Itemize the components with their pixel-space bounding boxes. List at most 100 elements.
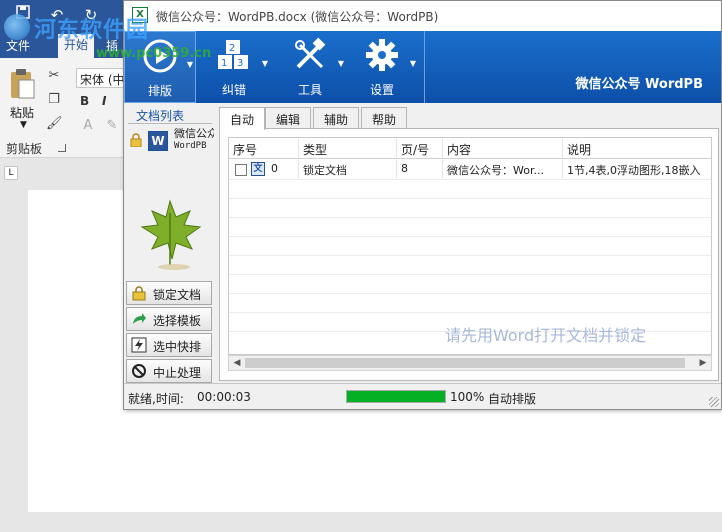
row-content: 微信公众号：Wor... bbox=[443, 160, 563, 178]
maple-leaf-logo bbox=[130, 193, 210, 273]
word-doc-icon[interactable]: W bbox=[148, 131, 168, 151]
cut-icon[interactable]: ✂ bbox=[46, 68, 62, 84]
gear-icon bbox=[364, 37, 400, 73]
row-index: 0 bbox=[267, 160, 299, 178]
svg-text:3: 3 bbox=[237, 58, 243, 69]
font-name-select[interactable]: 宋体 (中 bbox=[76, 68, 124, 88]
column-header-page[interactable]: 页/号 bbox=[397, 138, 443, 158]
grid-line bbox=[229, 198, 711, 199]
tab-assist[interactable]: 辅助 bbox=[313, 107, 360, 129]
layout-button-label: 排版 bbox=[147, 84, 172, 98]
paste-button-label[interactable]: 粘贴 bbox=[10, 104, 34, 121]
scroll-left-icon[interactable]: ◀ bbox=[231, 356, 243, 370]
tab-auto[interactable]: 自动 bbox=[219, 107, 266, 130]
tools-button[interactable]: 工具 ▼ bbox=[274, 31, 346, 103]
stop-processing-button[interactable]: 中止处理 bbox=[126, 359, 212, 383]
watermark-logo bbox=[4, 14, 30, 40]
stop-icon bbox=[131, 363, 147, 379]
tools-icon bbox=[292, 37, 328, 73]
progress-fill bbox=[347, 391, 445, 402]
elapsed-time: 00:00:03 bbox=[197, 390, 251, 404]
lock-icon bbox=[130, 133, 142, 148]
resize-grip-icon[interactable] bbox=[709, 397, 719, 407]
blocks-icon: 132 bbox=[216, 37, 252, 73]
bold-button[interactable]: B bbox=[80, 94, 89, 108]
brand-label: 微信公众号 WordPB bbox=[575, 77, 704, 92]
italic-button[interactable]: I bbox=[102, 94, 106, 108]
chevron-down-icon[interactable]: ▼ bbox=[262, 59, 268, 68]
dialog-launcher-icon[interactable] bbox=[58, 144, 66, 152]
copy-icon[interactable]: ❐ bbox=[46, 92, 62, 108]
result-grid[interactable]: 序号 类型 页/号 内容 说明 文 0 锁定文档 8 微信公众号：Wor... … bbox=[228, 137, 712, 355]
highlight-icon[interactable]: ✎ bbox=[104, 118, 120, 134]
progress-percent: 100% bbox=[450, 390, 485, 404]
wordpb-window: X 微信公众号：WordPB.docx (微信公众号：WordPB) 排版 ▼ … bbox=[123, 0, 722, 410]
column-header-index[interactable]: 序号 bbox=[229, 138, 299, 158]
chevron-down-icon[interactable]: ▼ bbox=[187, 60, 193, 69]
grid-line bbox=[229, 179, 711, 180]
row-checkbox[interactable] bbox=[235, 164, 247, 176]
grid-line bbox=[229, 274, 711, 275]
grid-line bbox=[229, 217, 711, 218]
arrow-icon bbox=[131, 311, 147, 327]
row-type: 锁定文档 bbox=[299, 160, 397, 178]
settings-button-label: 设置 bbox=[369, 83, 394, 97]
tab-selector[interactable]: L bbox=[4, 166, 18, 180]
wordpb-toolbar: 排版 ▼ 132 纠错 ▼ 工具 ▼ 设置 ▼ 微信公众号 WordPB bbox=[124, 31, 721, 103]
status-state: 就绪,时间: bbox=[128, 392, 184, 406]
svg-text:1: 1 bbox=[221, 58, 227, 69]
quick-layout-selection-label: 选中快排 bbox=[153, 340, 202, 354]
tools-button-label: 工具 bbox=[297, 83, 322, 97]
header-divider bbox=[229, 158, 711, 159]
document-list-label: 文档列表 bbox=[136, 109, 185, 123]
toolbar-divider bbox=[424, 31, 425, 103]
proofread-button[interactable]: 132 纠错 ▼ bbox=[198, 31, 270, 103]
wordpb-title: 微信公众号：WordPB.docx (微信公众号：WordPB) bbox=[156, 10, 439, 24]
word-ribbon: 粘贴 ▼ ✂ ❐ 🖌 宋体 (中 B I A ✎ 剪贴板 bbox=[0, 58, 124, 158]
document-type-icon: 文 bbox=[251, 162, 265, 176]
tab-edit[interactable]: 编辑 bbox=[265, 107, 312, 129]
grid-line bbox=[229, 312, 711, 313]
hint-text: 请先用Word打开文档并锁定 bbox=[445, 326, 647, 345]
scroll-right-icon[interactable]: ▶ bbox=[697, 356, 709, 370]
grid-line bbox=[229, 236, 711, 237]
proofread-button-label: 纠错 bbox=[221, 83, 246, 97]
divider bbox=[128, 123, 212, 124]
quick-layout-selection-button[interactable]: 选中快排 bbox=[126, 333, 212, 357]
clipboard-group-label: 剪贴板 bbox=[6, 142, 43, 156]
watermark-url: www.pc0359.cn bbox=[96, 46, 212, 61]
stop-processing-label: 中止处理 bbox=[153, 366, 202, 380]
scroll-thumb[interactable] bbox=[245, 358, 685, 368]
auto-tab-panel: 序号 类型 页/号 内容 说明 文 0 锁定文档 8 微信公众号：Wor... … bbox=[219, 128, 719, 381]
lightning-icon bbox=[131, 337, 147, 353]
format-painter-icon[interactable]: 🖌 bbox=[46, 116, 63, 132]
watermark-text: 河东软件园 bbox=[34, 17, 150, 43]
lock-doc-icon bbox=[131, 285, 147, 301]
document-list-panel: 文档列表 W 微信公众号 WordPB 锁定文档 选择模板 bbox=[124, 103, 216, 383]
document-entry-subtitle: WordPB bbox=[174, 141, 207, 151]
column-header-content[interactable]: 内容 bbox=[443, 138, 563, 158]
progress-bar bbox=[346, 390, 446, 403]
horizontal-scrollbar[interactable]: ◀ ▶ bbox=[228, 355, 712, 371]
select-template-label: 选择模板 bbox=[153, 314, 202, 328]
chevron-down-icon[interactable]: ▼ bbox=[338, 59, 344, 68]
chevron-down-icon[interactable]: ▼ bbox=[20, 120, 27, 130]
grid-line bbox=[229, 255, 711, 256]
paste-icon[interactable] bbox=[8, 68, 36, 100]
wordpb-title-bar: X 微信公众号：WordPB.docx (微信公众号：WordPB) bbox=[124, 1, 721, 31]
chevron-down-icon[interactable]: ▼ bbox=[410, 59, 416, 68]
lock-document-button[interactable]: 锁定文档 bbox=[126, 281, 212, 305]
status-mode: 自动排版 bbox=[488, 392, 537, 406]
column-header-note[interactable]: 说明 bbox=[563, 138, 711, 158]
svg-text:2: 2 bbox=[229, 43, 235, 54]
row-page: 8 bbox=[397, 160, 443, 178]
column-header-type[interactable]: 类型 bbox=[299, 138, 397, 158]
grid-line bbox=[229, 293, 711, 294]
select-template-button[interactable]: 选择模板 bbox=[126, 307, 212, 331]
settings-button[interactable]: 设置 ▼ bbox=[346, 31, 418, 103]
document-entry-name[interactable]: 微信公众号 bbox=[174, 128, 214, 140]
panel-tabs: 自动 编辑 辅助 帮助 bbox=[219, 107, 719, 130]
status-bar: 就绪,时间: 00:00:03 100% 自动排版 bbox=[124, 383, 721, 409]
text-effects-icon[interactable]: A bbox=[80, 118, 96, 134]
tab-help[interactable]: 帮助 bbox=[361, 107, 408, 129]
